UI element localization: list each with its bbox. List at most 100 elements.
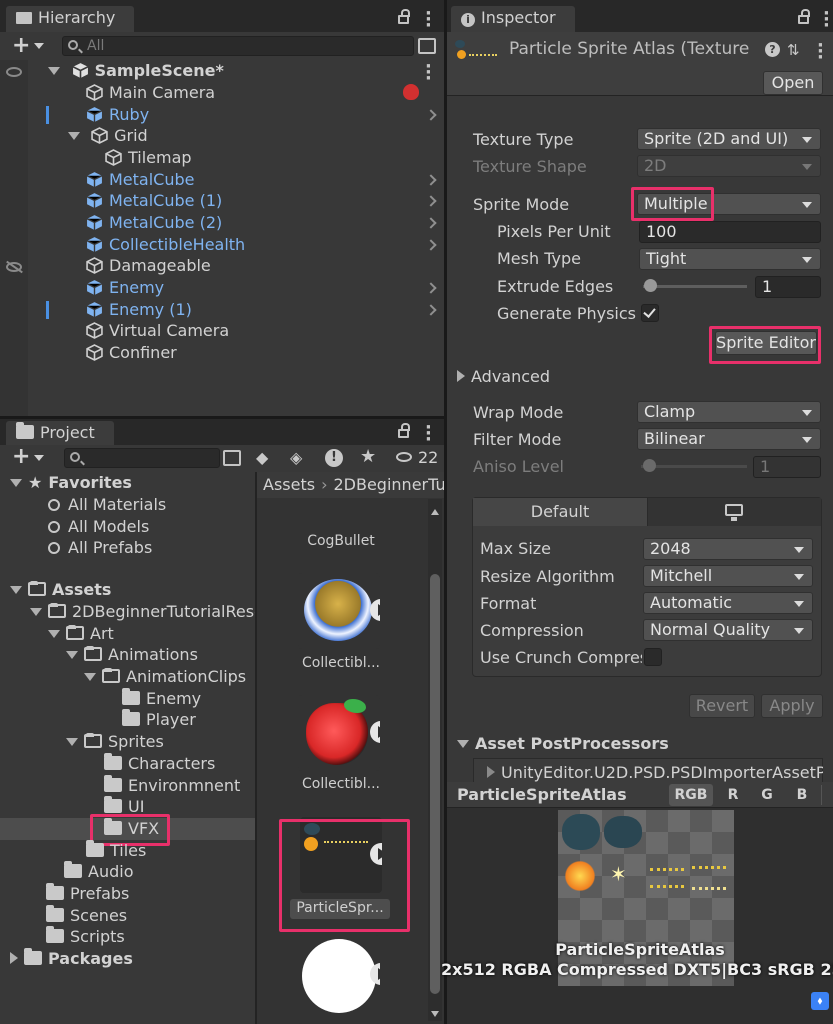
chevron-right-icon[interactable]	[425, 109, 437, 121]
asset-collectible-1[interactable]	[298, 573, 380, 649]
lock-icon[interactable]	[398, 423, 410, 438]
extrude-edges-slider[interactable]	[643, 285, 747, 288]
tree-item-packages[interactable]: Packages	[10, 948, 133, 970]
lock-icon[interactable]	[798, 9, 810, 24]
chevron-right-icon[interactable]	[425, 217, 437, 229]
expand-icon[interactable]	[68, 132, 80, 140]
breadcrumb-2dbeginner[interactable]: 2DBeginnerTu	[333, 475, 444, 494]
channel-r-button[interactable]: R	[719, 784, 747, 806]
postprocessor-item[interactable]: UnityEditor.U2D.PSD.PSDImporterAssetPos	[487, 762, 823, 784]
filter-mode-dropdown[interactable]: Bilinear	[637, 428, 821, 450]
tree-item-scripts[interactable]: Scripts	[46, 926, 125, 948]
compression-dropdown[interactable]: Normal Quality	[643, 619, 813, 641]
hierarchy-tab[interactable]: Hierarchy	[6, 6, 134, 32]
platform-tab-default[interactable]: Default	[473, 498, 647, 526]
asset-circle[interactable]	[298, 935, 380, 1024]
resize-algorithm-dropdown[interactable]: Mitchell	[643, 565, 813, 587]
header-options-icon[interactable]: · · ·	[817, 37, 824, 67]
eye-icon[interactable]	[6, 67, 22, 77]
project-search-input[interactable]	[64, 448, 220, 468]
scene-visibility-icon[interactable]	[418, 38, 436, 54]
mesh-type-dropdown[interactable]: Tight	[639, 248, 821, 270]
chevron-down-icon[interactable]	[34, 43, 44, 49]
tree-item-player[interactable]: Player	[122, 709, 196, 731]
more-options-icon[interactable]: · · ·	[425, 5, 432, 35]
play-icon[interactable]	[370, 599, 380, 621]
scrollbar-thumb[interactable]	[430, 574, 440, 994]
hierarchy-item-virtual-camera[interactable]: Virtual Camera	[86, 320, 229, 342]
advanced-foldout[interactable]: Advanced	[457, 366, 550, 388]
expand-icon[interactable]	[48, 630, 60, 638]
chevron-right-icon[interactable]	[425, 282, 437, 294]
hierarchy-item-tilemap[interactable]: Tilemap	[105, 147, 192, 169]
hierarchy-search-input[interactable]: All	[62, 36, 414, 56]
texture-type-dropdown[interactable]: Sprite (2D and UI)	[637, 128, 821, 150]
channel-b-button[interactable]: B	[788, 784, 816, 806]
chevron-right-icon[interactable]	[425, 174, 437, 186]
scrollbar-down-icon[interactable]	[431, 1011, 439, 1017]
tree-item-prefabs[interactable]: Prefabs	[46, 883, 129, 905]
tree-item-assets[interactable]: Assets	[10, 579, 111, 601]
expand-icon[interactable]	[84, 673, 96, 681]
hierarchy-item-collectiblehealth[interactable]: CollectibleHealth	[86, 234, 245, 256]
presets-icon[interactable]: ⇅	[787, 41, 800, 59]
filter-type-icon[interactable]: ◆	[256, 448, 274, 467]
project-tab[interactable]: Project	[6, 421, 114, 445]
tree-item-sprites[interactable]: Sprites	[66, 731, 164, 753]
scene-options-icon[interactable]: · · ·	[425, 58, 432, 88]
asset-label-cogbullet[interactable]: CogBullet	[286, 533, 396, 549]
add-icon[interactable]: +	[12, 35, 30, 57]
tree-item-characters[interactable]: Characters	[104, 753, 215, 775]
expand-icon[interactable]	[30, 608, 42, 616]
help-icon[interactable]: ?	[765, 42, 780, 57]
tree-item-enemy[interactable]: Enemy	[122, 688, 201, 710]
max-size-dropdown[interactable]: 2048	[643, 538, 813, 560]
crunch-compression-checkbox[interactable]	[644, 648, 662, 666]
hierarchy-item-enemy-1[interactable]: Enemy (1)	[86, 299, 192, 321]
tree-item-animationclips[interactable]: AnimationClips	[84, 666, 246, 688]
hierarchy-item-metalcube-2[interactable]: MetalCube (2)	[86, 212, 222, 234]
tree-item-audio[interactable]: Audio	[64, 861, 133, 883]
search-options-icon[interactable]	[223, 450, 241, 466]
warning-icon[interactable]: !	[325, 449, 343, 467]
asset-label-collectible-1[interactable]: Collectibl...	[286, 655, 396, 671]
favorites-row[interactable]: ★ Favorites	[10, 472, 132, 494]
format-dropdown[interactable]: Automatic	[643, 592, 813, 614]
expand-icon[interactable]	[10, 479, 22, 487]
hierarchy-item-grid[interactable]: Grid	[68, 125, 148, 147]
hierarchy-item-metalcube[interactable]: MetalCube	[86, 169, 194, 191]
expand-icon[interactable]	[66, 651, 78, 659]
favorite-item-all-models[interactable]: All Models	[48, 516, 149, 538]
tree-item-art[interactable]: Art	[48, 623, 114, 645]
lock-icon[interactable]	[398, 9, 410, 24]
asset-postprocessors-foldout[interactable]: Asset PostProcessors	[457, 733, 669, 755]
collapse-icon[interactable]	[10, 952, 18, 964]
open-button[interactable]: Open	[763, 71, 823, 95]
channel-rgb-button[interactable]: RGB	[669, 784, 713, 806]
hierarchy-item-main-camera[interactable]: Main Camera	[86, 82, 215, 104]
tree-item-environment[interactable]: Environmnent	[104, 775, 240, 797]
hierarchy-item-confiner[interactable]: Confiner	[86, 342, 177, 364]
channel-g-button[interactable]: G	[753, 784, 781, 806]
more-options-icon[interactable]: · · ·	[823, 5, 830, 35]
pixels-per-unit-input[interactable]: 100	[639, 221, 821, 243]
tree-item-animations[interactable]: Animations	[66, 644, 198, 666]
chevron-right-icon[interactable]	[425, 195, 437, 207]
inspector-tab[interactable]: i Inspector	[451, 6, 575, 32]
label-tag-icon[interactable]: ◈	[290, 448, 308, 467]
chevron-right-icon[interactable]	[425, 304, 437, 316]
add-icon[interactable]: +	[12, 446, 30, 468]
chevron-down-icon[interactable]	[34, 455, 44, 461]
more-options-icon[interactable]: · · ·	[425, 419, 432, 449]
play-icon[interactable]	[370, 721, 380, 743]
hierarchy-item-ruby[interactable]: Ruby	[86, 104, 149, 126]
hidden-packages-icon[interactable]	[396, 452, 412, 462]
breadcrumb-assets[interactable]: Assets	[263, 475, 315, 494]
expand-icon[interactable]	[48, 67, 60, 75]
tree-item-tiles[interactable]: Tiles	[86, 840, 146, 862]
expand-icon[interactable]	[66, 738, 78, 746]
wrap-mode-dropdown[interactable]: Clamp	[637, 401, 821, 423]
tree-item-2dbeginner[interactable]: 2DBeginnerTutorialReso	[30, 601, 264, 623]
expand-icon[interactable]	[10, 586, 22, 594]
asset-collectible-2[interactable]	[298, 695, 380, 771]
